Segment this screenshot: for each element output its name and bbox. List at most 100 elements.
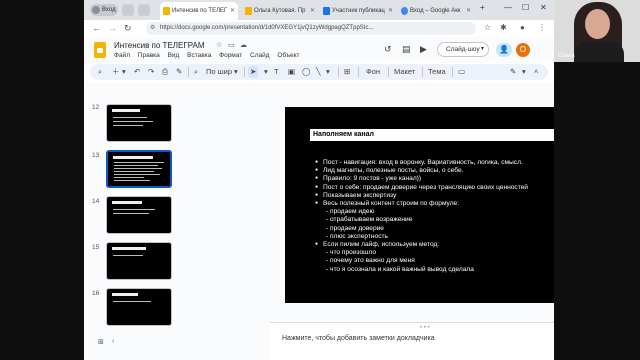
comments-icon[interactable]: ▤	[402, 44, 411, 55]
search-menus-icon[interactable]: ⌕	[98, 66, 102, 78]
slide-thumbnail-13[interactable]	[106, 150, 172, 188]
current-slide[interactable]: Наполняем канал Пост - навигация: вход в…	[285, 107, 554, 303]
zoom-select[interactable]: По шир	[206, 66, 232, 78]
menu-file[interactable]: Файл	[114, 52, 130, 59]
chevron-down-icon[interactable]: ▾	[234, 66, 238, 78]
move-folder-icon[interactable]: ▭	[228, 41, 235, 49]
menu-object[interactable]: Объект	[277, 52, 299, 59]
close-tab-icon[interactable]: ✕	[310, 2, 315, 20]
minimize-icon[interactable]: —	[504, 3, 512, 12]
tab-google-login[interactable]: Вход – Google Акк ✕	[398, 2, 474, 20]
thumb-title	[112, 247, 146, 250]
pen-icon[interactable]: ✎	[510, 66, 516, 78]
chevron-down-icon[interactable]: ▾	[326, 66, 330, 78]
menu-slide[interactable]: Слайд	[250, 52, 270, 59]
share-button[interactable]: 👤	[496, 43, 512, 57]
slide-thumbnail-16[interactable]	[106, 288, 172, 326]
paint-format-icon[interactable]: ✎	[176, 66, 182, 78]
history-icon[interactable]: ↺	[384, 44, 392, 55]
thumb-line	[113, 301, 151, 302]
shape-icon[interactable]: ◯	[302, 66, 310, 78]
forward-icon[interactable]: →	[108, 23, 117, 33]
star-icon[interactable]: ☆	[216, 41, 222, 49]
speaker-notes[interactable]: • • • Нажмите, чтобы добавить заметки до…	[270, 322, 554, 360]
close-tab-icon[interactable]: ✕	[388, 2, 393, 20]
tab-label: Интенсив по ТЕЛЕГ	[172, 8, 228, 14]
slide-body-text[interactable]: Пост - навигация: вход в воронку. Вариат…	[315, 159, 554, 274]
url-text: https://docs.google.com/presentation/d/1…	[160, 25, 374, 31]
new-slide-icon[interactable]: ＋	[112, 66, 120, 78]
layout-button[interactable]: Макет	[394, 66, 415, 78]
thumb-line	[114, 165, 158, 166]
close-window-icon[interactable]: ✕	[540, 3, 547, 12]
toolbar-divider	[388, 67, 389, 77]
reload-icon[interactable]: ↻	[124, 23, 132, 33]
tab-kutovaya[interactable]: Ольга Кутовая. Пр ✕	[242, 2, 318, 20]
chevron-down-icon[interactable]: ▾	[481, 43, 484, 56]
chevron-down-icon[interactable]: ▾	[264, 66, 268, 78]
grid-view-icon[interactable]: ⊞	[98, 338, 104, 346]
comment-icon[interactable]: ⊞	[344, 66, 350, 78]
url-field[interactable]: ⚙ https://docs.google.com/presentation/d…	[146, 22, 476, 35]
address-bar-row: ← → ↻ ⚙ https://docs.google.com/presenta…	[84, 20, 554, 37]
document-title[interactable]: Интенсив по ТЕЛЕГРАМ	[114, 41, 205, 50]
menu-view[interactable]: Вид	[168, 52, 180, 59]
profile-label: Вход	[102, 7, 116, 13]
tab-label: Участник публикац	[332, 8, 385, 14]
transition-icon[interactable]: ▭	[458, 66, 465, 78]
line-icon[interactable]: ╲	[316, 66, 321, 78]
chevron-down-icon[interactable]: ▾	[522, 66, 526, 78]
maximize-icon[interactable]: ☐	[522, 3, 529, 12]
tab-slides[interactable]: Интенсив по ТЕЛЕГ ✕	[160, 2, 238, 20]
star-icon[interactable]: ☆	[484, 23, 491, 32]
slide-filmstrip: 12 13 14 15 16 ⊞ ‹	[84, 82, 270, 360]
cloud-status-icon[interactable]: ☁	[240, 41, 247, 49]
slide-bullet: Весь полезный контент строим по формуле:	[315, 200, 554, 208]
menu-icon[interactable]: ⋮	[538, 23, 546, 32]
chevron-down-icon[interactable]: ▾	[122, 66, 126, 78]
close-tab-icon[interactable]: ✕	[230, 2, 235, 20]
menu-bar: Файл Правка Вид Вставка Формат Слайд Объ…	[114, 52, 306, 59]
image-icon[interactable]: ▣	[288, 66, 295, 78]
account-avatar[interactable]: О	[516, 43, 530, 57]
slide-title-box[interactable]: Наполняем канал	[310, 129, 554, 141]
slides-logo-icon[interactable]	[94, 42, 106, 58]
toolbar-divider	[188, 67, 189, 77]
slide-subitem: - отрабатываем возражение	[326, 216, 413, 224]
slide-canvas[interactable]: Наполняем канал Пост - навигация: вход в…	[270, 82, 554, 322]
notes-resize-handle[interactable]: • • •	[420, 325, 430, 331]
collapse-filmstrip-icon[interactable]: ‹	[112, 338, 114, 345]
thumb-line	[113, 209, 155, 210]
menu-edit[interactable]: Правка	[138, 52, 160, 59]
slideshow-button[interactable]: Слайд-шоу ▾	[437, 42, 489, 57]
tab-search-icon[interactable]	[138, 4, 150, 16]
redo-icon[interactable]: ↷	[148, 66, 154, 78]
slide-thumbnail-12[interactable]	[106, 104, 172, 142]
zoom-icon[interactable]: ⌕	[194, 66, 198, 78]
slides-favicon-icon	[245, 7, 252, 15]
collapse-toolbar-icon[interactable]: ˄	[534, 66, 538, 78]
tab-grid-icon[interactable]	[122, 4, 134, 16]
slide-thumbnail-15[interactable]	[106, 242, 172, 280]
new-tab-button[interactable]: +	[480, 3, 485, 12]
close-tab-icon[interactable]: ✕	[466, 2, 471, 20]
slide-thumbnail-14[interactable]	[106, 196, 172, 234]
tab-participant[interactable]: Участник публикац ✕	[320, 2, 396, 20]
text-box-icon[interactable]: T	[274, 66, 279, 78]
back-icon[interactable]: ←	[92, 23, 101, 33]
print-icon[interactable]: ⎙	[162, 66, 168, 78]
menu-insert[interactable]: Вставка	[187, 52, 211, 59]
menu-format[interactable]: Формат	[219, 52, 242, 59]
select-tool-icon[interactable]: ➤	[248, 66, 259, 78]
profile-button[interactable]: Вход	[90, 4, 118, 16]
undo-icon[interactable]: ↶	[134, 66, 140, 78]
profile-avatar-icon[interactable]: ●	[520, 23, 525, 32]
slide-bullet: Пост - навигация: вход в воронку. Вариат…	[315, 159, 554, 167]
site-info-icon[interactable]: ⚙	[150, 22, 155, 35]
tab-label: Ольга Кутовая. Пр	[254, 8, 306, 14]
theme-button[interactable]: Тема	[428, 66, 446, 78]
extensions-icon[interactable]: ✱	[500, 23, 507, 32]
docs-header: Интенсив по ТЕЛЕГРАМ ☆ ▭ ☁ Файл Правка В…	[84, 37, 554, 63]
background-button[interactable]: Фон	[366, 66, 380, 78]
video-call-icon[interactable]: ▶	[420, 44, 427, 55]
